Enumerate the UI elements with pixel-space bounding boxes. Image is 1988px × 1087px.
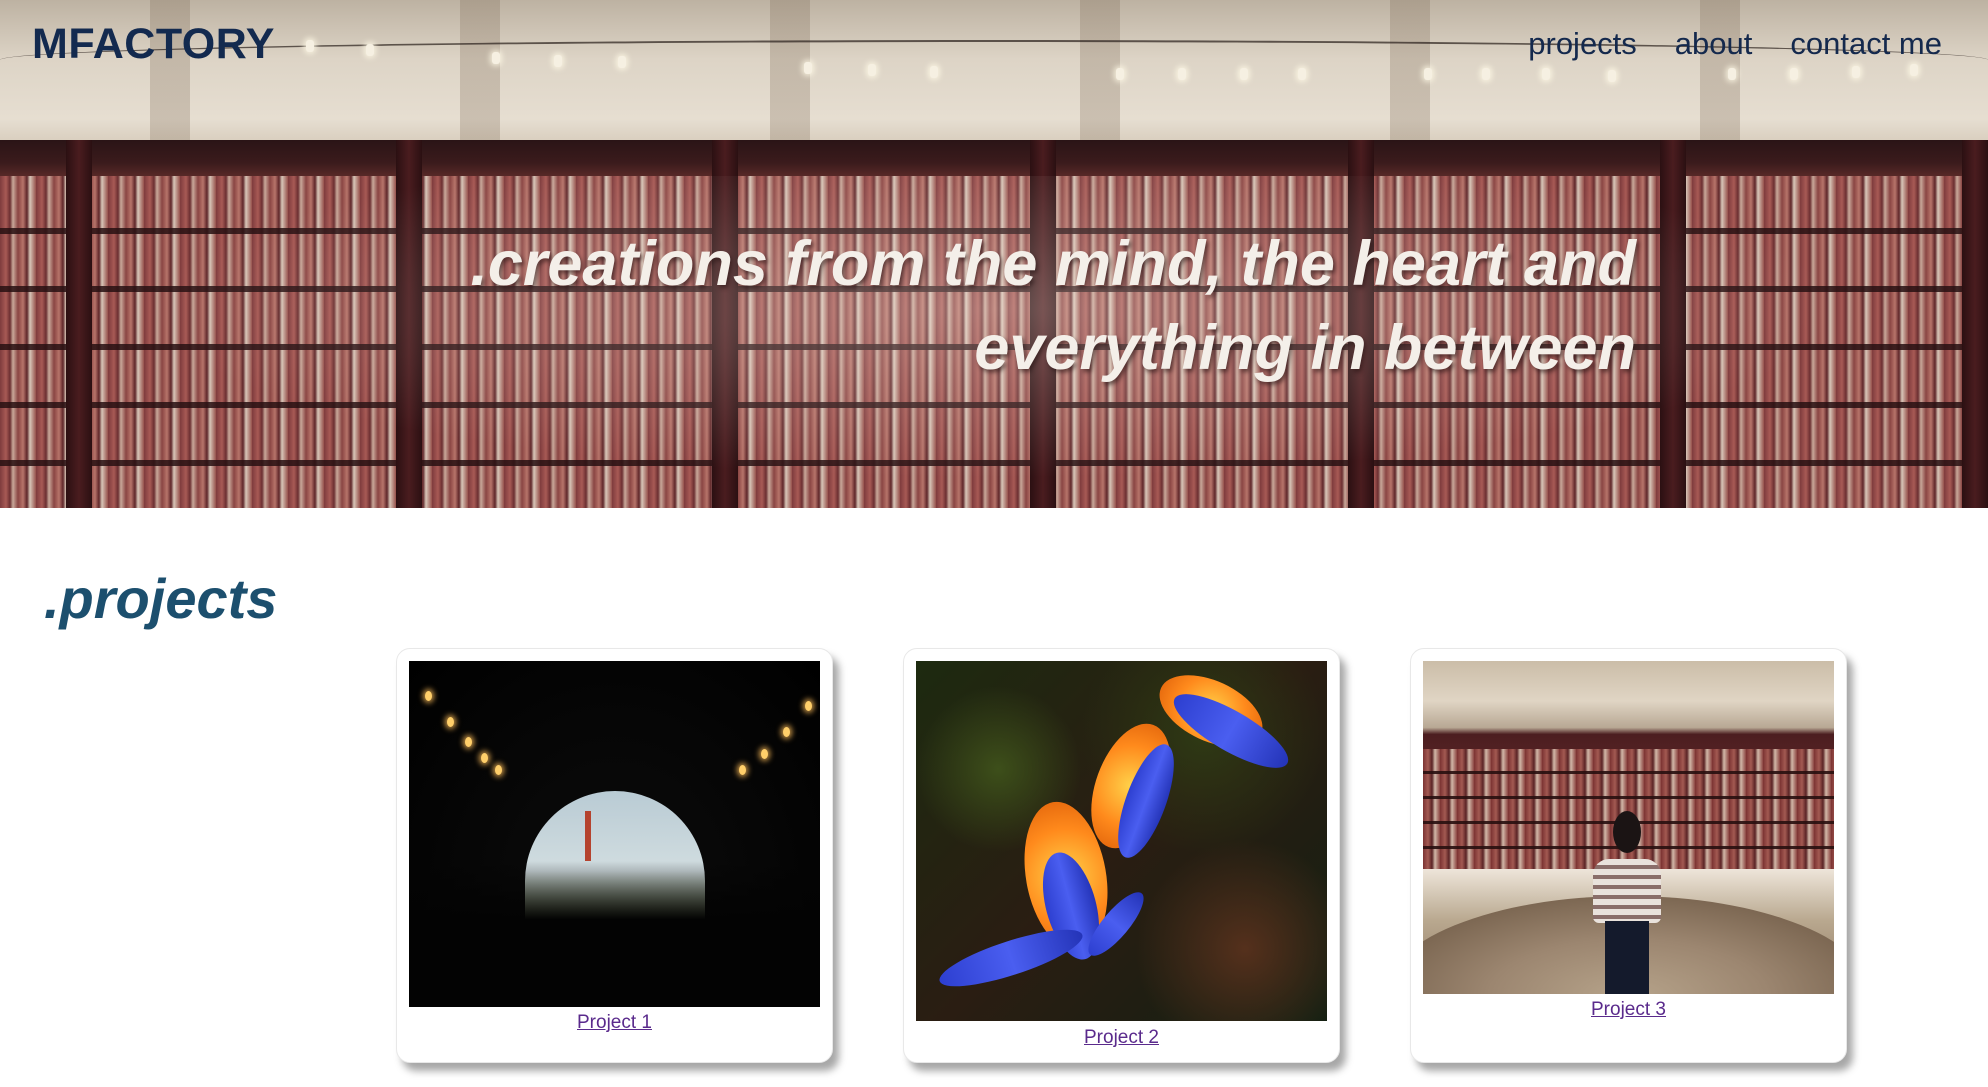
tunnel-light-icon bbox=[465, 737, 472, 747]
nav-link-projects[interactable]: projects bbox=[1528, 26, 1637, 62]
project-card-1: Project 1 bbox=[396, 648, 833, 1063]
bulb-icon bbox=[1790, 68, 1798, 80]
bulb-icon bbox=[1482, 68, 1490, 80]
tunnel-light-icon bbox=[761, 749, 768, 759]
bulb-icon bbox=[306, 40, 314, 52]
bulb-icon bbox=[366, 44, 374, 56]
bulb-icon bbox=[1728, 68, 1736, 80]
nudibranch-body bbox=[934, 918, 1088, 998]
bulb-icon bbox=[1116, 68, 1124, 80]
tunnel-light-icon bbox=[783, 727, 790, 737]
project-card-3: Project 3 bbox=[1410, 648, 1847, 1063]
hero-banner: MFACTORY projects about contact me .crea… bbox=[0, 0, 1988, 508]
project-3-link[interactable]: Project 3 bbox=[1411, 999, 1846, 1021]
bulb-icon bbox=[1608, 70, 1616, 82]
bulb-icon bbox=[1298, 68, 1306, 80]
bulb-icon bbox=[1542, 68, 1550, 80]
main-nav: projects about contact me bbox=[1528, 26, 1942, 62]
bulb-icon bbox=[554, 55, 562, 67]
bulb-icon bbox=[930, 66, 938, 78]
bulb-icon bbox=[1424, 68, 1432, 80]
bulb-icon bbox=[868, 64, 876, 76]
project-2-image[interactable] bbox=[916, 661, 1327, 1021]
tunnel-light-icon bbox=[805, 701, 812, 711]
bulb-icon bbox=[804, 62, 812, 74]
bulb-icon bbox=[1178, 68, 1186, 80]
tagline-line-1: .creations from the mind, the heart and bbox=[470, 229, 1636, 299]
bridge-tower bbox=[585, 811, 591, 861]
tunnel-floor bbox=[409, 861, 820, 1007]
tagline-line-2: everything in between bbox=[974, 313, 1636, 383]
bulb-icon bbox=[492, 52, 500, 64]
project-card-2: Project 2 bbox=[903, 648, 1340, 1063]
tunnel-light-icon bbox=[739, 765, 746, 775]
person-legs bbox=[1605, 921, 1649, 994]
nav-link-about[interactable]: about bbox=[1675, 26, 1753, 62]
bulb-icon bbox=[1852, 66, 1860, 78]
projects-heading: .projects bbox=[44, 567, 278, 630]
project-3-image[interactable] bbox=[1423, 661, 1834, 994]
project-1-image[interactable] bbox=[409, 661, 820, 1007]
tunnel-light-icon bbox=[447, 717, 454, 727]
project-2-link[interactable]: Project 2 bbox=[904, 1027, 1339, 1049]
person-head bbox=[1613, 811, 1641, 853]
bulb-icon bbox=[1910, 64, 1918, 76]
brand-logo[interactable]: MFACTORY bbox=[32, 20, 275, 69]
hero-ledge bbox=[0, 140, 1988, 178]
tunnel-light-icon bbox=[481, 753, 488, 763]
tunnel-light-icon bbox=[495, 765, 502, 775]
hero-tagline: .creations from the mind, the heart and … bbox=[236, 222, 1636, 390]
tunnel-light-icon bbox=[425, 691, 432, 701]
nav-link-contact[interactable]: contact me bbox=[1790, 26, 1942, 62]
bulb-icon bbox=[1240, 68, 1248, 80]
project-1-link[interactable]: Project 1 bbox=[397, 1012, 832, 1034]
bulb-icon bbox=[618, 56, 626, 68]
person-body bbox=[1593, 859, 1661, 923]
